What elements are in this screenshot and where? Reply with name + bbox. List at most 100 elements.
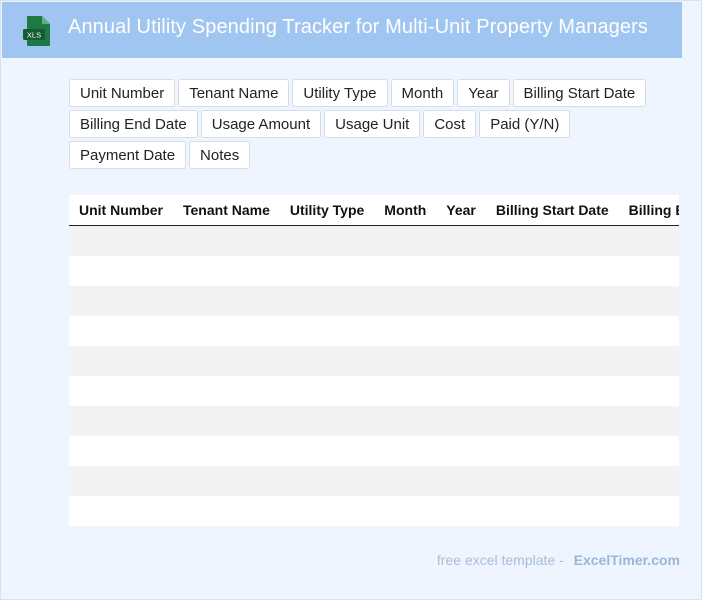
table-cell[interactable] [436,256,486,286]
table-cell[interactable] [374,225,437,256]
table-cell[interactable] [279,436,375,466]
table-cell[interactable] [436,496,486,526]
column-header: Billing End Date [618,195,679,226]
table-cell[interactable] [173,225,280,256]
table-cell[interactable] [69,466,173,496]
table-cell[interactable] [436,436,486,466]
table-row [69,286,679,316]
field-chip[interactable]: Cost [423,110,477,138]
table-cell[interactable] [279,376,375,406]
table-cell[interactable] [485,286,619,316]
table-cell[interactable] [69,406,173,436]
table-cell[interactable] [436,346,486,376]
table-cell[interactable] [173,346,280,376]
table-cell[interactable] [279,316,375,346]
field-chip[interactable]: Tenant Name [178,79,290,107]
table-cell[interactable] [618,316,679,346]
table-cell[interactable] [485,406,619,436]
table-cell[interactable] [618,376,679,406]
table-cell[interactable] [485,436,619,466]
table-cell[interactable] [69,376,173,406]
table-cell[interactable] [279,225,375,256]
table-cell[interactable] [436,466,486,496]
table-body [69,225,679,526]
field-list: Unit Number Tenant Name Utility Type Month Y… [69,79,683,169]
table-row [69,496,679,526]
table-cell[interactable] [618,466,679,496]
table-cell[interactable] [279,286,375,316]
table-cell[interactable] [279,346,375,376]
field-chip[interactable]: Month [390,79,455,107]
field-chip[interactable]: Year [457,79,510,107]
table-cell[interactable] [485,466,619,496]
table-cell[interactable] [173,316,280,346]
page-frame: XLS Annual Utility Spending Tracker for … [0,0,702,600]
template-table: Unit Number Tenant Name Utility Type Month Y… [69,195,679,526]
field-chip[interactable]: Payment Date [69,141,187,169]
field-chip[interactable]: Notes [189,141,251,169]
table-cell[interactable] [618,256,679,286]
table-cell[interactable] [69,346,173,376]
table-cell[interactable] [485,346,619,376]
table-cell[interactable] [279,256,375,286]
table-row [69,316,679,346]
table-cell[interactable] [485,496,619,526]
table-cell[interactable] [436,406,486,436]
table-cell[interactable] [173,376,280,406]
table-cell[interactable] [374,436,437,466]
field-chip[interactable]: Billing Start Date [512,79,647,107]
table-cell[interactable] [69,316,173,346]
field-chip[interactable]: Paid (Y/N) [479,110,571,138]
table-cell[interactable] [374,346,437,376]
xls-icon-label: XLS [27,31,41,40]
table-row [69,466,679,496]
table-cell[interactable] [485,316,619,346]
table-cell[interactable] [485,256,619,286]
table-cell[interactable] [374,496,437,526]
table-row [69,225,679,256]
table-cell[interactable] [374,316,437,346]
table-cell[interactable] [69,286,173,316]
column-header: Month [374,195,437,226]
column-header: Unit Number [69,195,173,226]
table-cell[interactable] [618,346,679,376]
table-cell[interactable] [436,225,486,256]
table-cell[interactable] [173,466,280,496]
table-cell[interactable] [374,406,437,436]
table-cell[interactable] [173,496,280,526]
table-cell[interactable] [279,406,375,436]
table-cell[interactable] [485,225,619,256]
footer-brand-link[interactable]: ExcelTimer.com [574,552,680,568]
table-cell[interactable] [618,496,679,526]
table-cell[interactable] [69,496,173,526]
table-cell[interactable] [618,286,679,316]
table-header-row: Unit Number Tenant Name Utility Type Month Y… [69,195,679,226]
field-chip[interactable]: Usage Unit [324,110,421,138]
field-chip[interactable]: Billing End Date [69,110,198,138]
field-chip[interactable]: Usage Amount [200,110,322,138]
field-chip[interactable]: Unit Number [69,79,176,107]
table-cell[interactable] [69,436,173,466]
table-cell[interactable] [618,225,679,256]
field-chip[interactable]: Utility Type [292,79,388,107]
table-cell[interactable] [173,406,280,436]
table-cell[interactable] [279,466,375,496]
table-cell[interactable] [279,496,375,526]
table-row [69,436,679,466]
table-cell[interactable] [69,225,173,256]
table-cell[interactable] [436,376,486,406]
table-cell[interactable] [618,406,679,436]
table-cell[interactable] [436,286,486,316]
table-cell[interactable] [173,286,280,316]
table-cell[interactable] [69,256,173,286]
table-cell[interactable] [374,376,437,406]
template-table-container[interactable]: Unit Number Tenant Name Utility Type Month Y… [69,195,679,526]
table-cell[interactable] [173,256,280,286]
table-cell[interactable] [173,436,280,466]
table-cell[interactable] [374,286,437,316]
table-cell[interactable] [374,256,437,286]
table-cell[interactable] [485,376,619,406]
table-cell[interactable] [618,436,679,466]
table-cell[interactable] [374,466,437,496]
table-cell[interactable] [436,316,486,346]
